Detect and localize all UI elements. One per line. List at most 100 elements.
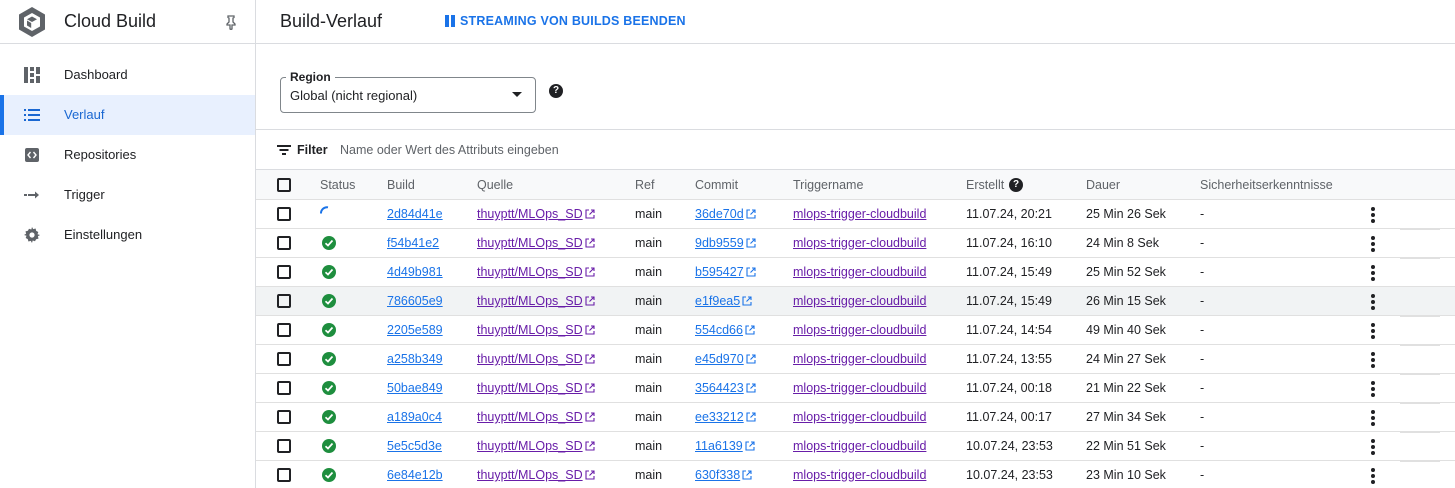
sidebar-item-verlauf[interactable]: Verlauf <box>0 95 255 135</box>
select-all-checkbox[interactable] <box>277 178 291 192</box>
commit-link[interactable]: 9db9559 <box>695 236 756 250</box>
ref-value: main <box>635 207 663 221</box>
column-header-build[interactable]: Build <box>387 178 415 192</box>
trigger-link[interactable]: mlops-trigger-cloudbuild <box>793 294 926 308</box>
build-id-link[interactable]: a258b349 <box>387 352 443 366</box>
column-header-trigger[interactable]: Triggername <box>793 178 863 192</box>
row-checkbox[interactable] <box>277 468 291 482</box>
table-row[interactable]: 786605e9 thuyptt/MLOps_SD main e1f9ea5 mlops… <box>256 287 1455 317</box>
row-checkbox[interactable] <box>277 294 291 308</box>
source-link[interactable]: thuyptt/MLOps_SD <box>477 410 595 424</box>
build-id-link[interactable]: 5e5c5d3e <box>387 439 442 453</box>
table-row[interactable]: 6e84e12b thuyptt/MLOps_SD main 630f338 mlops… <box>256 461 1455 488</box>
commit-link[interactable]: b595427 <box>695 265 756 279</box>
source-link[interactable]: thuyptt/MLOps_SD <box>477 323 595 337</box>
sidebar-item-dashboard[interactable]: Dashboard <box>0 55 255 95</box>
security-insights-value: - <box>1200 439 1205 453</box>
table-row[interactable]: 2d84d41e thuyptt/MLOps_SD main 36de70d mlops… <box>256 200 1455 230</box>
row-checkbox[interactable] <box>277 352 291 366</box>
table-row[interactable]: 2205e589 thuyptt/MLOps_SD main 554cd66 mlops… <box>256 316 1455 346</box>
row-checkbox[interactable] <box>277 236 291 250</box>
table-row[interactable]: 50bae849 thuyptt/MLOps_SD main 3564423 mlops… <box>256 374 1455 404</box>
table-row[interactable]: a189a0c4 thuyptt/MLOps_SD main ee33212 mlops… <box>256 403 1455 433</box>
row-checkbox[interactable] <box>277 439 291 453</box>
success-check-icon <box>322 323 336 337</box>
trigger-link[interactable]: mlops-trigger-cloudbuild <box>793 410 926 424</box>
column-header-status[interactable]: Status <box>320 178 355 192</box>
build-id-link[interactable]: 6e84e12b <box>387 468 443 482</box>
sidebar-item-trigger[interactable]: Trigger <box>0 175 255 215</box>
sidebar-item-label: Dashboard <box>64 67 128 82</box>
more-actions-icon[interactable] <box>1368 380 1378 398</box>
source-link[interactable]: thuyptt/MLOps_SD <box>477 236 595 250</box>
column-header-ref[interactable]: Ref <box>635 178 654 192</box>
external-link-icon <box>746 267 756 277</box>
column-header-created[interactable]: Erstellt <box>966 178 1004 192</box>
external-link-icon <box>585 470 595 480</box>
row-checkbox[interactable] <box>277 265 291 279</box>
trigger-link[interactable]: mlops-trigger-cloudbuild <box>793 468 926 482</box>
success-check-icon <box>322 410 336 424</box>
more-actions-icon[interactable] <box>1368 235 1378 253</box>
more-actions-icon[interactable] <box>1368 467 1378 485</box>
trigger-link[interactable]: mlops-trigger-cloudbuild <box>793 207 926 221</box>
table-row[interactable]: 5e5c5d3e thuyptt/MLOps_SD main 11a6139 mlops… <box>256 432 1455 462</box>
more-actions-icon[interactable] <box>1368 438 1378 456</box>
more-actions-icon[interactable] <box>1368 322 1378 340</box>
commit-link[interactable]: e45d970 <box>695 352 756 366</box>
sidebar-item-einstellungen[interactable]: Einstellungen <box>0 215 255 255</box>
source-link[interactable]: thuyptt/MLOps_SD <box>477 294 595 308</box>
source-link[interactable]: thuyptt/MLOps_SD <box>477 352 595 366</box>
source-link-label: thuyptt/MLOps_SD <box>477 294 583 308</box>
filter-input[interactable] <box>340 141 940 159</box>
trigger-link[interactable]: mlops-trigger-cloudbuild <box>793 439 926 453</box>
help-icon[interactable]: ? <box>1009 178 1023 192</box>
column-header-commit[interactable]: Commit <box>695 178 738 192</box>
row-checkbox[interactable] <box>277 381 291 395</box>
build-id-link[interactable]: 4d49b981 <box>387 265 443 279</box>
duration-value: 49 Min 40 Sek <box>1086 323 1166 337</box>
sidebar-item-repositories[interactable]: Repositories <box>0 135 255 175</box>
source-link[interactable]: thuyptt/MLOps_SD <box>477 265 595 279</box>
column-header-source[interactable]: Quelle <box>477 178 513 192</box>
commit-link[interactable]: 36de70d <box>695 207 756 221</box>
trigger-link[interactable]: mlops-trigger-cloudbuild <box>793 323 926 337</box>
commit-link[interactable]: 11a6139 <box>695 439 755 453</box>
build-id-link[interactable]: 786605e9 <box>387 294 443 308</box>
trigger-link[interactable]: mlops-trigger-cloudbuild <box>793 236 926 250</box>
build-id-link[interactable]: 2205e589 <box>387 323 443 337</box>
build-id-link[interactable]: 2d84d41e <box>387 207 443 221</box>
commit-link[interactable]: 630f338 <box>695 468 752 482</box>
pin-icon[interactable] <box>223 14 239 30</box>
trigger-link[interactable]: mlops-trigger-cloudbuild <box>793 352 926 366</box>
more-actions-icon[interactable] <box>1368 409 1378 427</box>
source-link[interactable]: thuyptt/MLOps_SD <box>477 439 595 453</box>
build-id-link[interactable]: f54b41e2 <box>387 236 439 250</box>
more-actions-icon[interactable] <box>1368 206 1378 224</box>
row-checkbox[interactable] <box>277 207 291 221</box>
commit-link[interactable]: ee33212 <box>695 410 756 424</box>
source-link[interactable]: thuyptt/MLOps_SD <box>477 381 595 395</box>
trigger-link[interactable]: mlops-trigger-cloudbuild <box>793 381 926 395</box>
table-row[interactable]: a258b349 thuyptt/MLOps_SD main e45d970 mlops… <box>256 345 1455 375</box>
commit-link[interactable]: e1f9ea5 <box>695 294 752 308</box>
commit-link[interactable]: 3564423 <box>695 381 756 395</box>
more-actions-icon[interactable] <box>1368 264 1378 282</box>
trigger-link[interactable]: mlops-trigger-cloudbuild <box>793 265 926 279</box>
stop-streaming-button[interactable]: STREAMING VON BUILDS BEENDEN <box>444 14 686 28</box>
more-actions-icon[interactable] <box>1368 351 1378 369</box>
build-id-link[interactable]: 50bae849 <box>387 381 443 395</box>
source-link[interactable]: thuyptt/MLOps_SD <box>477 207 595 221</box>
row-checkbox[interactable] <box>277 410 291 424</box>
commit-link[interactable]: 554cd66 <box>695 323 755 337</box>
filter-icon[interactable] <box>277 145 291 155</box>
more-actions-icon[interactable] <box>1368 293 1378 311</box>
source-link[interactable]: thuyptt/MLOps_SD <box>477 468 595 482</box>
row-checkbox[interactable] <box>277 323 291 337</box>
table-row[interactable]: 4d49b981 thuyptt/MLOps_SD main b595427 mlops… <box>256 258 1455 288</box>
column-header-duration[interactable]: Dauer <box>1086 178 1120 192</box>
help-icon[interactable]: ? <box>549 84 563 98</box>
table-row[interactable]: f54b41e2 thuyptt/MLOps_SD main 9db9559 mlops… <box>256 229 1455 259</box>
column-header-security[interactable]: Sicherheitserkenntnisse <box>1200 178 1333 192</box>
build-id-link[interactable]: a189a0c4 <box>387 410 442 424</box>
